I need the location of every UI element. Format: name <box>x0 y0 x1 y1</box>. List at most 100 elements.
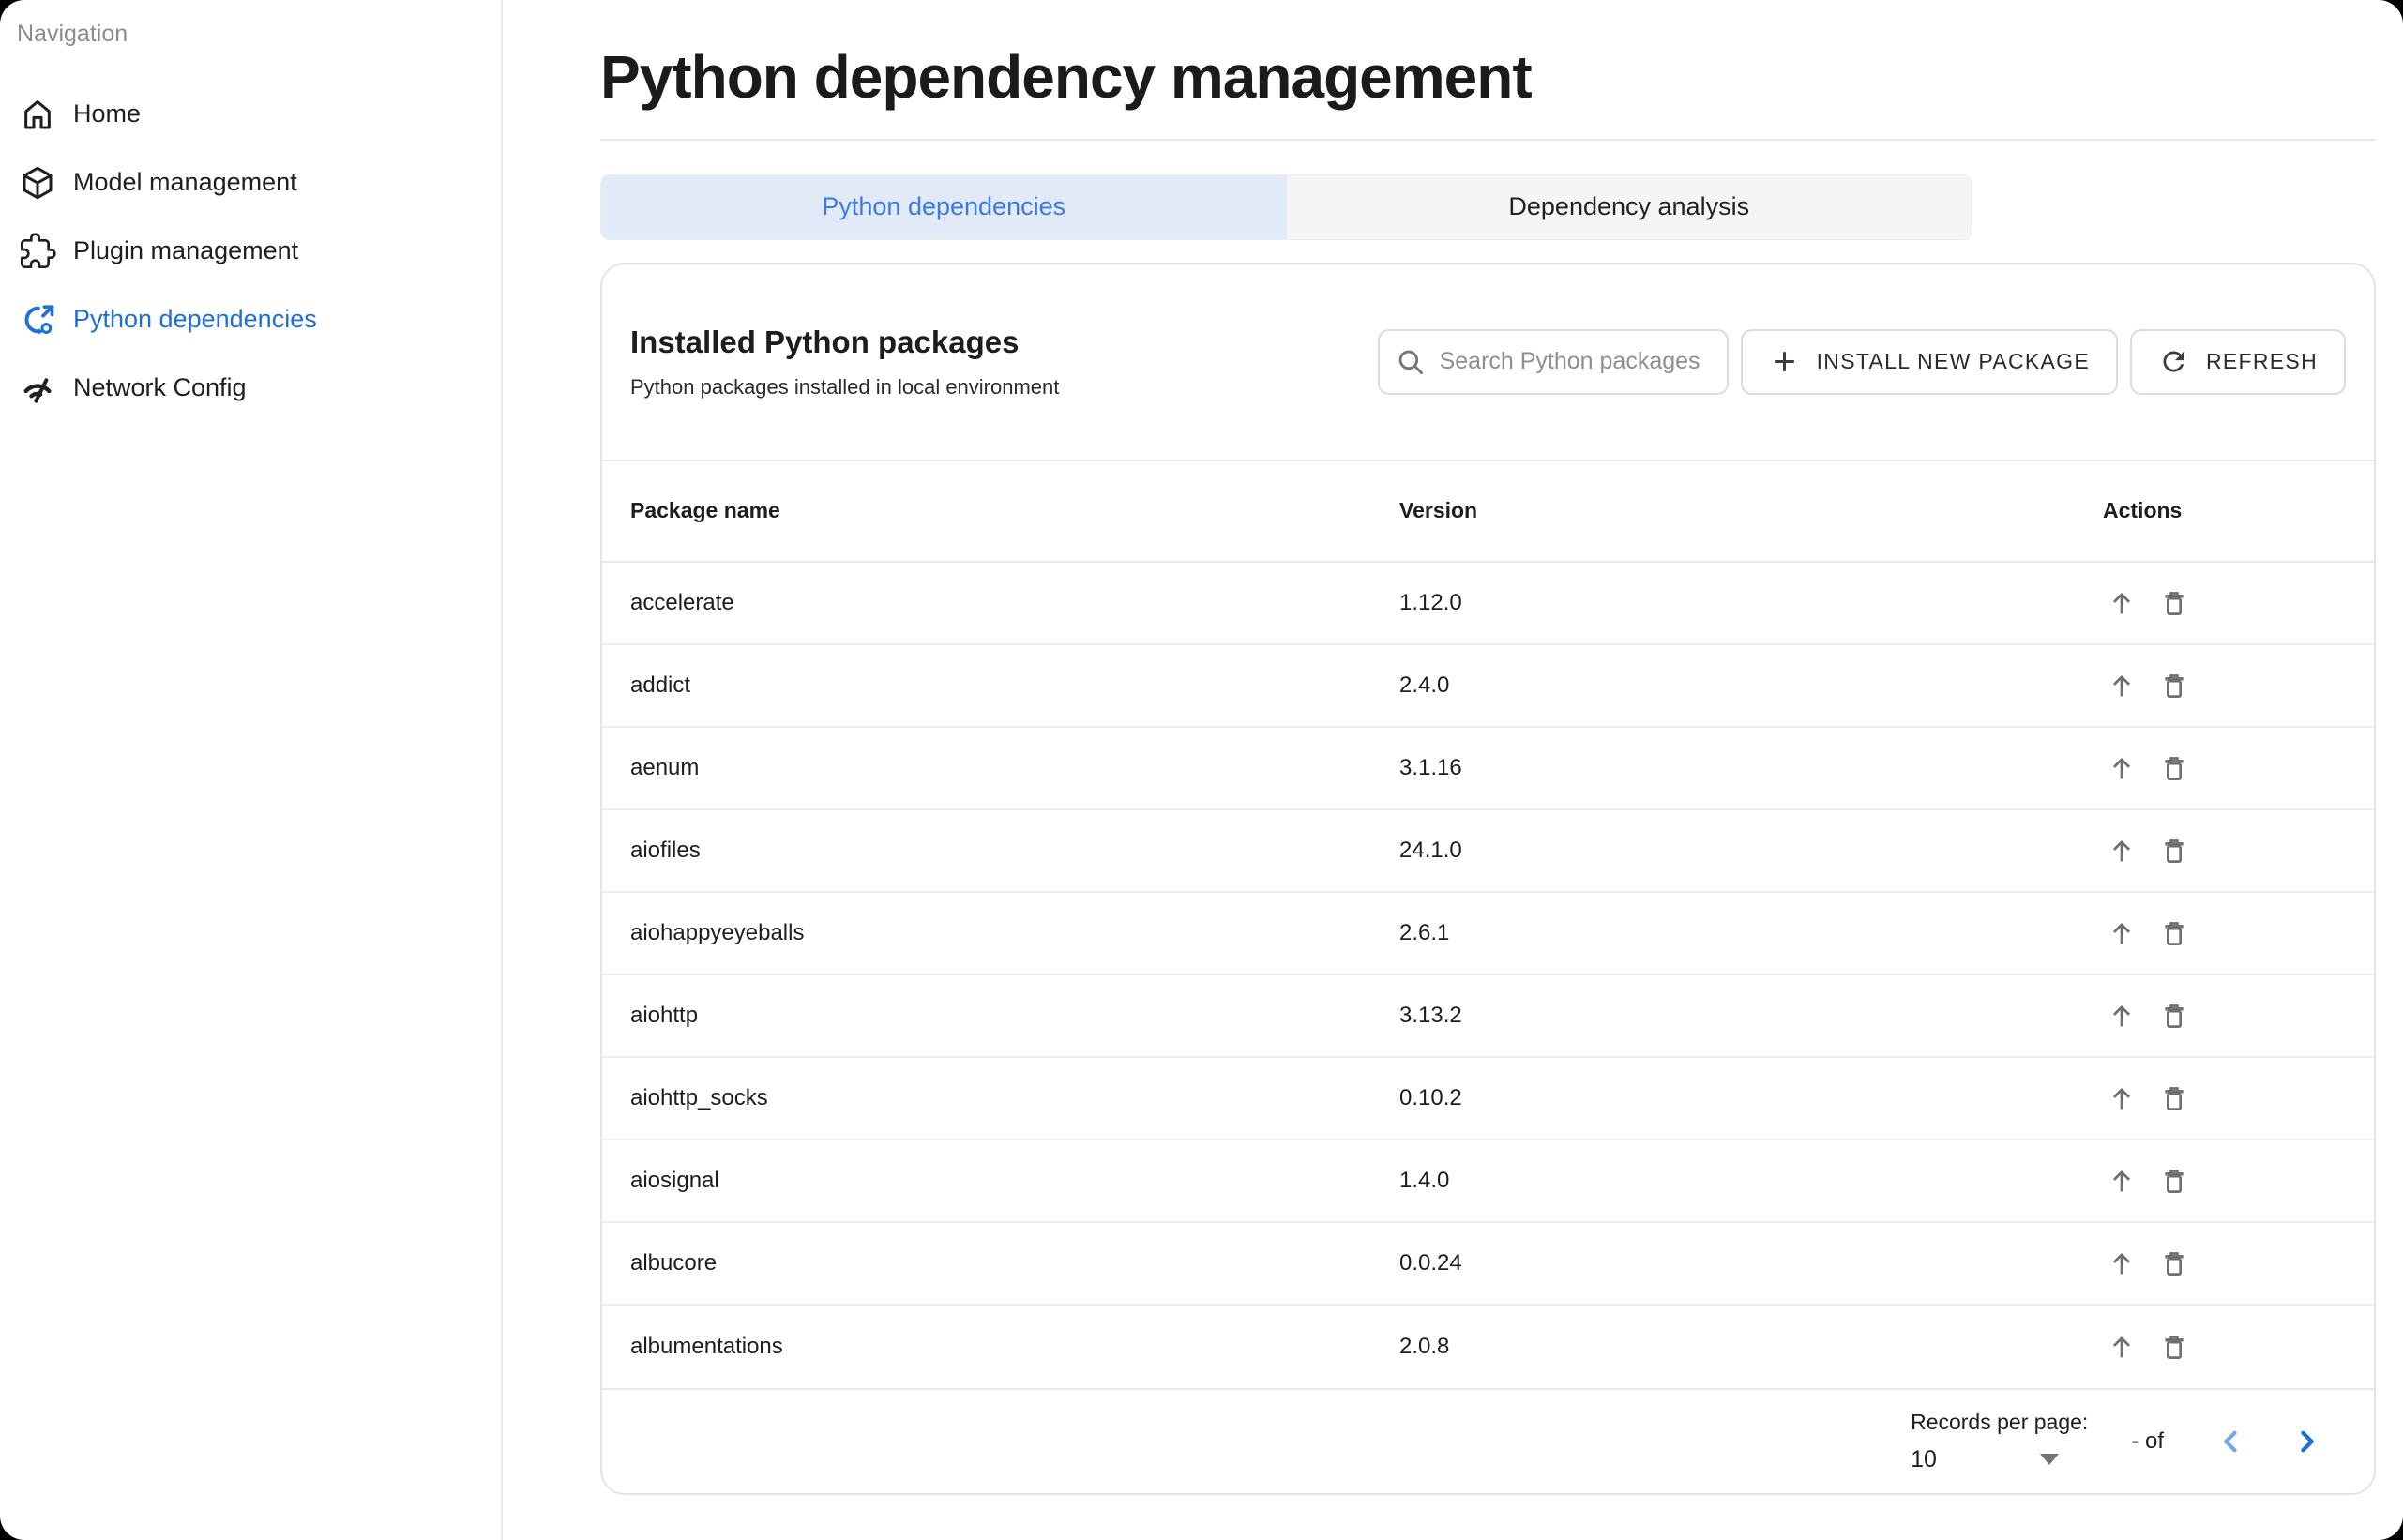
sidebar-item-label: Network Config <box>73 373 247 402</box>
package-name-cell: aiofiles <box>630 838 1399 864</box>
sidebar-item-label: Model management <box>73 168 297 197</box>
table-row: aiofiles 24.1.0 <box>602 810 2374 893</box>
sidebar-item-network-config[interactable]: Network Config <box>0 354 501 422</box>
package-actions-cell <box>2103 832 2374 869</box>
refresh-button[interactable]: REFRESH <box>2130 329 2346 395</box>
card-titles: Installed Python packages Python package… <box>630 325 1059 400</box>
plus-icon <box>1769 346 1800 377</box>
install-new-package-button[interactable]: INSTALL NEW PACKAGE <box>1741 329 2118 395</box>
tab-dependency-analysis[interactable]: Dependency analysis <box>1287 175 1972 239</box>
package-version-cell: 1.12.0 <box>1399 590 2103 616</box>
delete-package-button[interactable] <box>2155 1162 2193 1200</box>
trash-icon <box>2158 1000 2190 1032</box>
delete-package-button[interactable] <box>2155 1080 2193 1117</box>
arrow-up-icon <box>2106 917 2138 949</box>
package-actions-cell <box>2103 914 2374 952</box>
sidebar-item-plugin-management[interactable]: Plugin management <box>0 217 501 285</box>
trash-icon <box>2158 670 2190 702</box>
table-body: accelerate 1.12.0 addict 2.4.0 <box>602 563 2374 1388</box>
delete-package-button[interactable] <box>2155 667 2193 704</box>
delete-package-button[interactable] <box>2155 997 2193 1034</box>
sidebar-item-label: Python dependencies <box>73 305 317 334</box>
delete-package-button[interactable] <box>2155 1328 2193 1366</box>
arrow-up-icon <box>2106 1082 2138 1114</box>
upgrade-package-button[interactable] <box>2103 1080 2140 1117</box>
package-version-cell: 1.4.0 <box>1399 1168 2103 1194</box>
upgrade-package-button[interactable] <box>2103 914 2140 952</box>
search-input[interactable] <box>1438 347 1712 376</box>
home-icon <box>19 96 56 133</box>
package-actions-cell <box>2103 749 2374 787</box>
puzzle-icon <box>19 233 56 270</box>
sidebar-item-python-dependencies[interactable]: Python dependencies <box>0 285 501 354</box>
package-name-cell: aenum <box>630 755 1399 781</box>
dropdown-caret-icon <box>2040 1454 2059 1465</box>
tab-python-dependencies[interactable]: Python dependencies <box>601 175 1287 239</box>
package-name-cell: albucore <box>630 1250 1399 1276</box>
package-version-cell: 2.6.1 <box>1399 920 2103 946</box>
delete-package-button[interactable] <box>2155 832 2193 869</box>
upgrade-package-button[interactable] <box>2103 667 2140 704</box>
package-actions-cell <box>2103 1162 2374 1200</box>
package-name-cell: accelerate <box>630 590 1399 616</box>
trash-icon <box>2158 752 2190 784</box>
upgrade-package-button[interactable] <box>2103 997 2140 1034</box>
chevron-right-icon <box>2290 1426 2322 1457</box>
records-per-page-select[interactable]: 10 <box>1911 1446 2063 1473</box>
package-actions-cell <box>2103 1328 2374 1366</box>
package-name-cell: addict <box>630 672 1399 699</box>
records-per-page: Records per page: 10 <box>1911 1410 2088 1473</box>
delete-package-button[interactable] <box>2155 749 2193 787</box>
column-header-version: Version <box>1399 498 2103 523</box>
delete-package-button[interactable] <box>2155 914 2193 952</box>
upgrade-package-button[interactable] <box>2103 1245 2140 1282</box>
upgrade-package-button[interactable] <box>2103 584 2140 622</box>
arrow-up-icon <box>2106 1000 2138 1032</box>
records-per-page-value: 10 <box>1911 1446 1937 1473</box>
previous-page-button[interactable] <box>2213 1423 2250 1460</box>
package-version-cell: 2.4.0 <box>1399 672 2103 699</box>
refresh-icon <box>2158 346 2189 377</box>
upgrade-package-button[interactable] <box>2103 749 2140 787</box>
package-actions-cell <box>2103 1080 2374 1117</box>
arrow-up-icon <box>2106 670 2138 702</box>
arrow-up-icon <box>2106 1247 2138 1279</box>
sidebar-nav: Home Model management Plugin management <box>0 80 501 422</box>
package-actions-cell <box>2103 1245 2374 1282</box>
card-subtitle: Python packages installed in local envir… <box>630 375 1059 400</box>
next-page-button[interactable] <box>2288 1423 2325 1460</box>
table-row: aiohttp_socks 0.10.2 <box>602 1058 2374 1140</box>
delete-package-button[interactable] <box>2155 1245 2193 1282</box>
page-title: Python dependency management <box>600 43 2388 113</box>
column-header-actions: Actions <box>2103 498 2374 523</box>
page-range-label: - of <box>2131 1428 2164 1455</box>
network-icon <box>19 370 56 407</box>
main-content: Python dependency management Python depe… <box>503 0 2403 1540</box>
table-row: aiohttp 3.13.2 <box>602 975 2374 1058</box>
package-version-cell: 0.10.2 <box>1399 1085 2103 1111</box>
search-icon <box>1395 346 1427 378</box>
trash-icon <box>2158 917 2190 949</box>
installed-packages-card: Installed Python packages Python package… <box>600 263 2376 1495</box>
package-version-cell: 3.1.16 <box>1399 755 2103 781</box>
package-name-cell: aiohttp_socks <box>630 1085 1399 1111</box>
cube-icon <box>19 164 56 202</box>
upgrade-package-button[interactable] <box>2103 1328 2140 1366</box>
arrow-up-icon <box>2106 1331 2138 1363</box>
sidebar-item-model-management[interactable]: Model management <box>0 148 501 217</box>
card-header: Installed Python packages Python package… <box>602 264 2374 460</box>
upgrade-package-button[interactable] <box>2103 1162 2140 1200</box>
package-name-cell: albumentations <box>630 1334 1399 1360</box>
delete-package-button[interactable] <box>2155 584 2193 622</box>
arrow-up-icon <box>2106 835 2138 867</box>
arrow-up-icon <box>2106 1165 2138 1197</box>
sync-gear-icon <box>19 301 56 339</box>
sidebar-item-home[interactable]: Home <box>0 80 501 148</box>
trash-icon <box>2158 1165 2190 1197</box>
package-name-cell: aiohttp <box>630 1003 1399 1029</box>
upgrade-package-button[interactable] <box>2103 832 2140 869</box>
trash-icon <box>2158 1247 2190 1279</box>
package-version-cell: 3.13.2 <box>1399 1003 2103 1029</box>
package-version-cell: 0.0.24 <box>1399 1250 2103 1276</box>
tab-bar: Python dependencies Dependency analysis <box>600 174 1972 240</box>
